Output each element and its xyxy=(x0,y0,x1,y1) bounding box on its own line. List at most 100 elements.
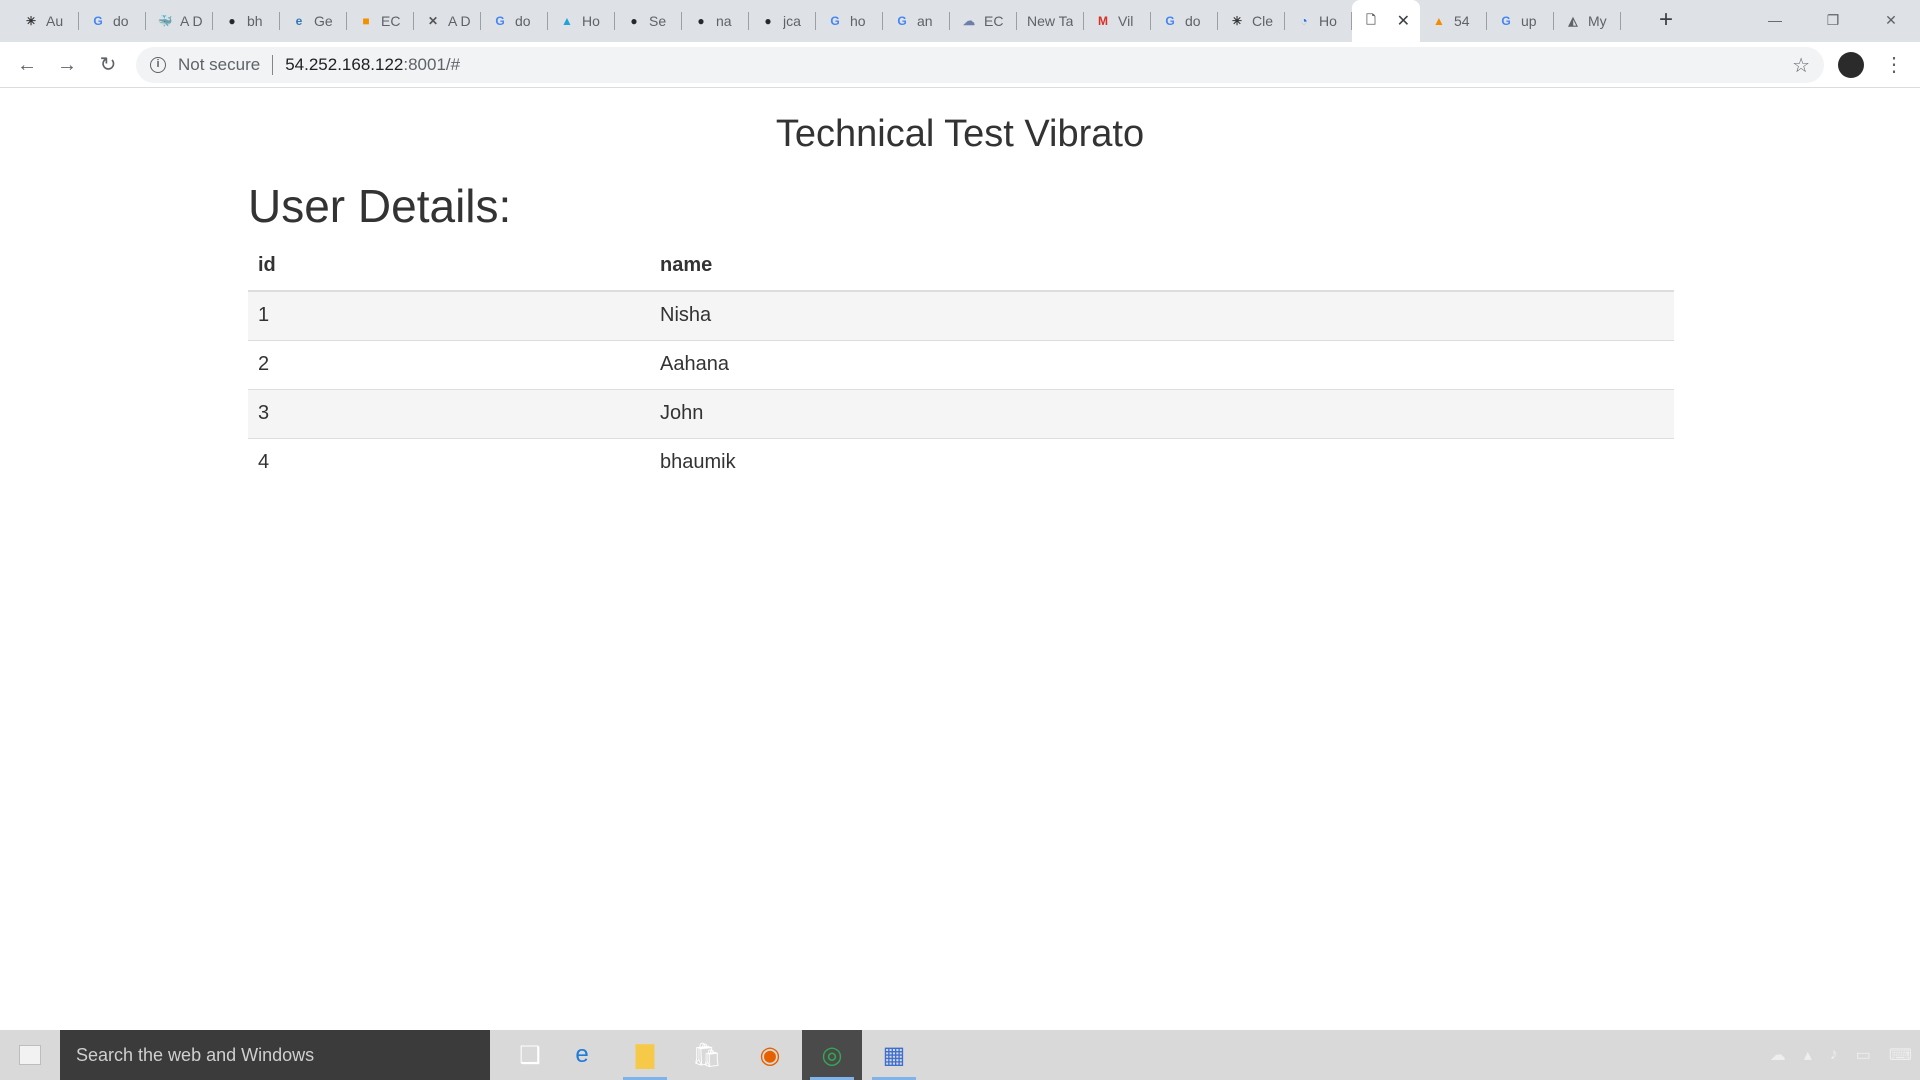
tab-title: Vil xyxy=(1118,13,1134,29)
address-bar[interactable]: i Not secure 54.252.168.122 :8001/# ☆ xyxy=(136,47,1824,83)
browser-tab[interactable]: ◭ My xyxy=(1554,0,1621,42)
section-heading: User Details: xyxy=(248,180,512,232)
page-title: Technical Test Vibrato xyxy=(775,113,1145,155)
cell-name: Aahana xyxy=(650,339,1674,389)
tools-icon: ✕ xyxy=(427,14,439,28)
tab-title: Cle xyxy=(1252,13,1274,29)
tab-title: na xyxy=(716,13,732,29)
browser-tab[interactable]: New Ta xyxy=(1017,0,1084,42)
table-row: 4 bhaumik xyxy=(248,437,1674,487)
tab-title: do xyxy=(1185,13,1201,29)
browser-tab[interactable]: Gho xyxy=(816,0,883,42)
browser-tab[interactable]: 🐳 A D xyxy=(146,0,213,42)
bookmark-star-icon[interactable]: ☆ xyxy=(1792,53,1810,78)
browser-tab[interactable]: ■ EC xyxy=(347,0,414,42)
cell-name: bhaumik xyxy=(650,437,1674,487)
browser-tab[interactable]: ● bh xyxy=(213,0,280,42)
aws-box-icon: ■ xyxy=(362,14,370,28)
google-icon: G xyxy=(93,14,103,28)
table-row: 3 John xyxy=(248,388,1674,438)
minimize-button[interactable]: — xyxy=(1752,0,1798,42)
openshift-icon: ◔ xyxy=(1300,14,1308,28)
back-icon[interactable]: ← xyxy=(12,50,42,80)
tab-title: Se xyxy=(649,13,667,29)
browser-menu-icon[interactable]: ⋮ xyxy=(1880,50,1908,80)
browser-tab[interactable]: Gan xyxy=(883,0,950,42)
tab-title: up xyxy=(1521,13,1537,29)
browser-tab[interactable]: ● na xyxy=(682,0,749,42)
maximize-button[interactable]: ❐ xyxy=(1810,0,1856,42)
start-button[interactable] xyxy=(10,1030,50,1080)
edge-taskbar-icon[interactable]: e xyxy=(552,1030,612,1080)
tab-title: Au xyxy=(46,13,64,29)
chrome-icon[interactable]: ◎ xyxy=(802,1030,862,1080)
tab-title: A D xyxy=(448,13,471,29)
edge-icon: e xyxy=(295,14,303,28)
browser-tab[interactable]: e Ge xyxy=(280,0,347,42)
store-icon[interactable]: 🛍 xyxy=(677,1030,737,1080)
google-icon: G xyxy=(897,14,907,28)
network-app-icon[interactable]: ▦ xyxy=(864,1030,924,1080)
firefox-icon[interactable]: ◉ xyxy=(740,1030,800,1080)
browser-tab[interactable]: Gdo xyxy=(79,0,146,42)
notification-tray-icon[interactable]: ▭ xyxy=(1856,1045,1871,1065)
tab-title: Ho xyxy=(1319,13,1337,29)
tab-title: EC xyxy=(984,13,1004,29)
new-tab-button[interactable]: + xyxy=(1652,7,1680,35)
github-icon: ● xyxy=(228,14,236,28)
forward-icon[interactable]: → xyxy=(52,50,82,80)
column-header-id: id xyxy=(248,241,650,292)
web-page: Technical Test Vibrato User Details: id … xyxy=(0,89,1920,1030)
keyboard-tray-icon[interactable]: ⌨ xyxy=(1889,1045,1912,1065)
browser-tab[interactable]: ▲ 54 xyxy=(1420,0,1487,42)
browser-tab[interactable]: ▲ Ho xyxy=(548,0,615,42)
tab-title: do xyxy=(113,13,129,29)
tab-title: My xyxy=(1588,13,1607,29)
cell-id: 2 xyxy=(248,339,650,389)
phpmyadmin-icon: ▲ xyxy=(1433,14,1445,28)
taskbar-search-box[interactable]: Search the web and Windows xyxy=(60,1030,490,1080)
browser-tab[interactable]: ☁ EC xyxy=(950,0,1017,42)
browser-tab[interactable]: Gdo xyxy=(1151,0,1218,42)
cloud-tray-icon[interactable]: ☁ xyxy=(1770,1045,1786,1065)
reload-icon[interactable]: ↻ xyxy=(93,50,123,80)
close-window-button[interactable]: ✕ xyxy=(1868,0,1914,42)
profile-avatar[interactable] xyxy=(1838,52,1864,78)
task-view-icon[interactable]: ❑ xyxy=(500,1030,560,1080)
tab-title: do xyxy=(515,13,531,29)
browser-tab[interactable]: ● jca xyxy=(749,0,816,42)
browser-tab[interactable]: Gdo xyxy=(481,0,548,42)
info-icon[interactable]: i xyxy=(150,57,166,73)
volume-tray-icon[interactable]: ♪ xyxy=(1830,1046,1838,1064)
url-path[interactable]: :8001/# xyxy=(403,55,460,75)
windows-taskbar: Search the web and Windows ❑ e ▇ 🛍 ◉ ◎ ▦ ☁ ▴ ♪ ▭ ⌨ xyxy=(0,1030,1920,1080)
github-icon: ● xyxy=(764,14,772,28)
security-label[interactable]: Not secure xyxy=(178,55,260,75)
browser-tab[interactable]: ◔ Ho xyxy=(1285,0,1352,42)
browser-tab[interactable]: ✳ Cle xyxy=(1218,0,1285,42)
cell-name: Nisha xyxy=(650,290,1674,340)
browser-tab[interactable]: M Vil xyxy=(1084,0,1151,42)
browser-tab-strip: ✳ Au Gdo 🐳 A D ● bh e Ge ■ EC ✕ A D Gdo ▲ Ho ● Se ● na ● jca G… xyxy=(0,0,1920,42)
tab-active[interactable]: 🗋 ✕ xyxy=(1352,0,1420,42)
browser-tab[interactable]: ✳ Au xyxy=(12,0,79,42)
tab-title: bh xyxy=(247,13,263,29)
browser-tab[interactable]: ✕ A D xyxy=(414,0,481,42)
url-host[interactable]: 54.252.168.122 xyxy=(285,55,403,75)
browser-tab[interactable]: Gup xyxy=(1487,0,1554,42)
tab-title: EC xyxy=(381,13,401,29)
close-tab-icon[interactable]: ✕ xyxy=(1397,11,1410,31)
table-row: 1 Nisha xyxy=(248,290,1674,340)
network-tray-icon[interactable]: ▴ xyxy=(1804,1045,1812,1065)
table-row: 2 Aahana xyxy=(248,339,1674,389)
cell-id: 1 xyxy=(248,290,650,340)
tab-title: jca xyxy=(783,13,801,29)
file-explorer-icon[interactable]: ▇ xyxy=(615,1030,675,1080)
tab-title: New Ta xyxy=(1027,13,1074,29)
auth0-icon: ✳ xyxy=(1231,14,1243,28)
browser-tab[interactable]: ● Se xyxy=(615,0,682,42)
google-icon: G xyxy=(830,14,840,28)
mydrive-icon: ◭ xyxy=(1568,14,1578,28)
column-header-name: name xyxy=(650,241,1674,292)
cloud-icon: ☁ xyxy=(963,14,975,28)
